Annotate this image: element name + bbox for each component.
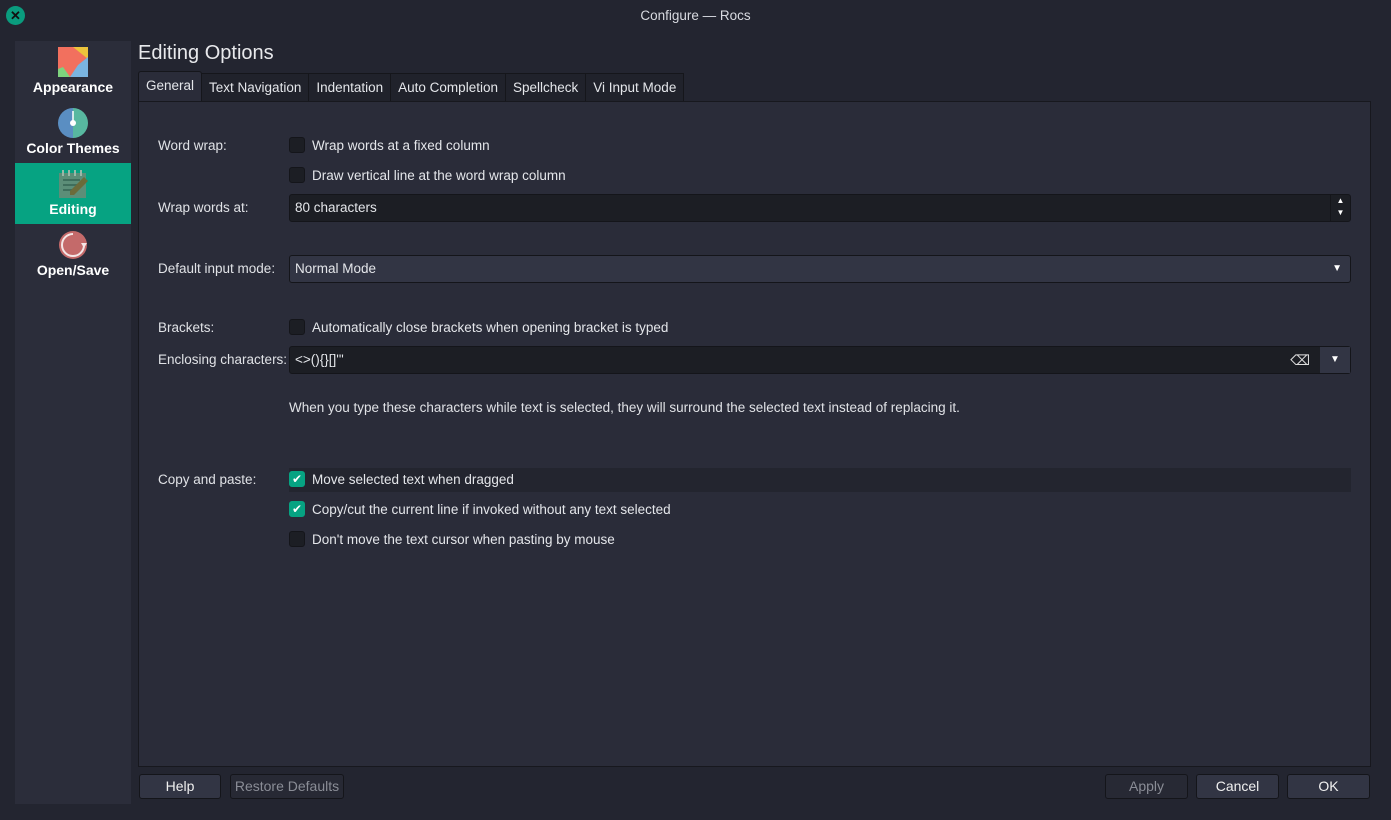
no-move-cursor-checkbox[interactable]: Don't move the text cursor when pasting … (289, 531, 615, 547)
clear-icon[interactable]: ⌫ (1290, 347, 1310, 373)
color-themes-icon (58, 108, 88, 138)
cancel-button[interactable]: Cancel (1196, 774, 1279, 799)
checkbox-label: Copy/cut the current line if invoked wit… (312, 501, 671, 517)
sidebar-item-appearance[interactable]: Appearance (15, 41, 131, 102)
page-title: Editing Options (138, 42, 274, 64)
checkbox-label: Automatically close brackets when openin… (312, 319, 669, 335)
enclosing-input[interactable]: <>(){}[]'" ⌫ ▼ (289, 346, 1351, 374)
select-value: Normal Mode (295, 261, 377, 276)
word-wrap-label: Word wrap: (158, 138, 227, 153)
restore-defaults-button[interactable]: Restore Defaults (230, 774, 344, 799)
wrap-fixed-checkbox[interactable]: Wrap words at a fixed column (289, 137, 490, 153)
wrap-at-spinbox[interactable]: 80 characters ▲ ▼ (289, 194, 1351, 222)
tab-spellcheck[interactable]: Spellcheck (504, 73, 587, 101)
sidebar-item-label: Color Themes (26, 140, 120, 156)
ok-button[interactable]: OK (1287, 774, 1370, 799)
apply-button[interactable]: Apply (1105, 774, 1188, 799)
input-mode-select[interactable]: Normal Mode ▼ (289, 255, 1351, 283)
checkbox-label: Don't move the text cursor when pasting … (312, 531, 615, 547)
draw-line-checkbox[interactable]: Draw vertical line at the word wrap colu… (289, 167, 566, 183)
input-mode-label: Default input mode: (158, 261, 276, 276)
enclosing-label: Enclosing characters: (158, 352, 288, 367)
copy-paste-label: Copy and paste: (158, 472, 257, 487)
spin-up-icon[interactable]: ▲ (1331, 195, 1350, 207)
tab-text-navigation[interactable]: Text Navigation (201, 73, 310, 101)
spinbox-value: 80 characters (295, 200, 377, 215)
spin-down-icon[interactable]: ▼ (1331, 207, 1350, 219)
check-icon[interactable]: ✔ (289, 501, 305, 517)
sidebar-item-label: Appearance (32, 79, 114, 95)
auto-close-checkbox[interactable]: Automatically close brackets when openin… (289, 319, 668, 335)
sidebar-item-label: Editing (49, 201, 97, 217)
title-bar: ✕ Configure — Rocs (0, 0, 1391, 32)
tab-bar: General Text Navigation Indentation Auto… (138, 71, 685, 101)
window-title: Configure — Rocs (640, 8, 751, 23)
checkbox-unchecked[interactable] (289, 319, 305, 335)
appearance-icon (58, 47, 88, 77)
brackets-label: Brackets: (158, 320, 215, 335)
tab-vi-input-mode[interactable]: Vi Input Mode (585, 73, 685, 101)
spin-buttons[interactable]: ▲ ▼ (1330, 195, 1350, 221)
enclosing-note: When you type these characters while tex… (289, 400, 960, 415)
tab-indentation[interactable]: Indentation (308, 73, 392, 101)
general-panel: Word wrap: Wrap words at a fixed column … (138, 101, 1371, 767)
move-selected-checkbox[interactable]: ✔ Move selected text when dragged (289, 471, 514, 487)
help-button[interactable]: Help (139, 774, 221, 799)
checkbox-unchecked[interactable] (289, 531, 305, 547)
checkbox-label: Wrap words at a fixed column (312, 137, 490, 153)
tab-auto-completion[interactable]: Auto Completion (390, 73, 506, 101)
checkbox-label: Move selected text when dragged (312, 471, 514, 487)
sidebar-item-color-themes[interactable]: Color Themes (15, 102, 131, 163)
close-icon[interactable]: ✕ (6, 6, 25, 25)
tab-general[interactable]: General (138, 71, 203, 101)
editing-icon (58, 169, 88, 199)
open-save-icon (58, 230, 88, 260)
chevron-down-icon[interactable]: ▼ (1320, 347, 1350, 373)
chevron-down-icon: ▼ (1332, 263, 1342, 274)
checkbox-unchecked[interactable] (289, 137, 305, 153)
checkbox-unchecked[interactable] (289, 167, 305, 183)
checkbox-label: Draw vertical line at the word wrap colu… (312, 167, 566, 183)
check-icon[interactable]: ✔ (289, 471, 305, 487)
sidebar-item-label: Open/Save (36, 262, 110, 278)
input-value: <>(){}[]'" (295, 352, 344, 367)
sidebar-item-open-save[interactable]: Open/Save (15, 224, 131, 285)
copy-cut-line-checkbox[interactable]: ✔ Copy/cut the current line if invoked wi… (289, 501, 671, 517)
sidebar: Appearance Color Themes Editing Open/Sav… (15, 41, 131, 804)
wrap-at-label: Wrap words at: (158, 200, 249, 215)
sidebar-item-editing[interactable]: Editing (15, 163, 131, 224)
